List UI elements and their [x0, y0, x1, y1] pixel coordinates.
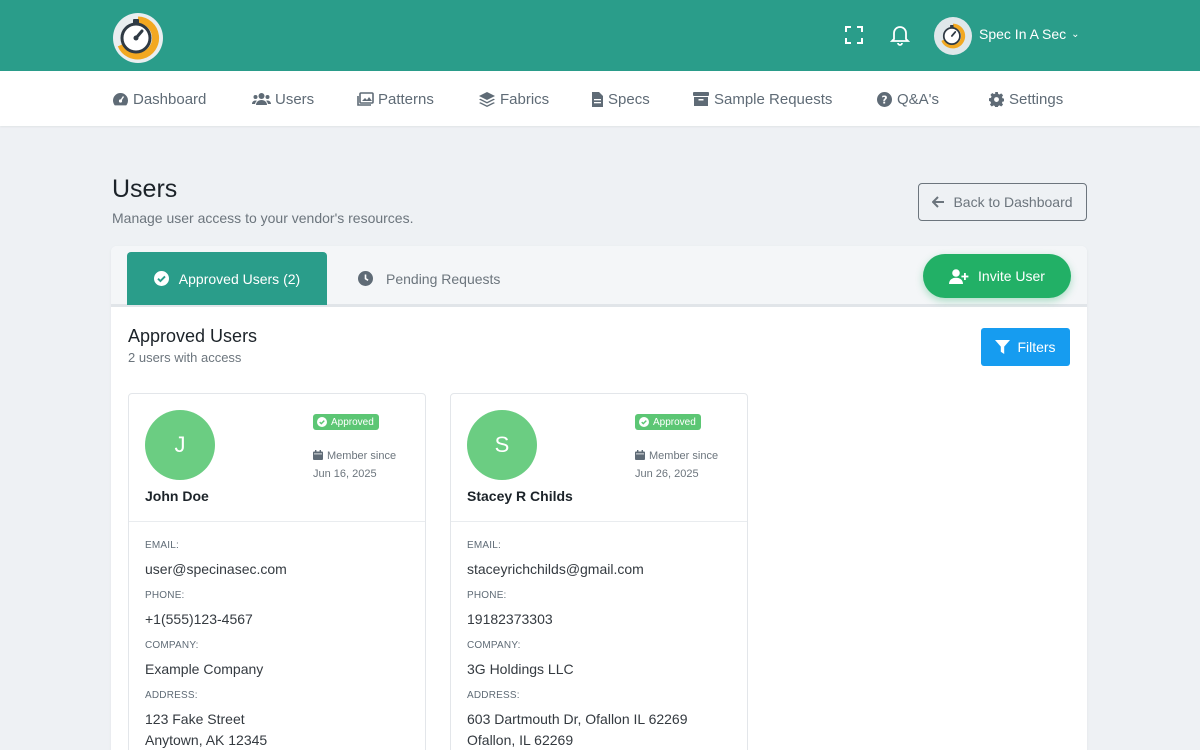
user-card-header: S Stacey R Childs Approved Member since … — [451, 394, 747, 522]
status-badge: Approved — [313, 414, 379, 430]
gauge-icon — [111, 91, 129, 107]
user-card-details: EMAIL: staceyrichchilds@gmail.com PHONE:… — [467, 540, 737, 750]
address-line-1: 123 Fake Street — [145, 711, 245, 727]
layers-icon — [478, 91, 496, 107]
member-since: Member since Jun 16, 2025 — [313, 447, 396, 483]
nav-item-fabrics[interactable]: Fabrics — [478, 89, 549, 109]
phone-value: +1(555)123-4567 — [145, 611, 253, 627]
user-card-header: J John Doe Approved Member since Jun 16,… — [129, 394, 425, 522]
user-plus-icon — [949, 268, 969, 284]
nav-label-patterns: Patterns — [378, 90, 434, 108]
section-title: Approved Users — [128, 326, 258, 346]
filters-button[interactable]: Filters — [981, 328, 1070, 366]
nav-label-sample-requests: Sample Requests — [714, 90, 833, 108]
nav-label-fabrics: Fabrics — [500, 90, 550, 108]
back-to-dashboard-button[interactable]: Back to Dashboard — [918, 183, 1087, 221]
nav-label-dashboard: Dashboard — [133, 90, 207, 108]
nav-label-qa: Q&A's — [897, 90, 940, 108]
email-value: user@specinasec.com — [145, 561, 287, 577]
images-icon — [356, 91, 374, 107]
bell-icon[interactable] — [887, 22, 913, 48]
phone-value: 19182373303 — [467, 611, 553, 627]
email-label: EMAIL: — [467, 540, 501, 551]
nav-label-settings: Settings — [1009, 90, 1064, 108]
address-line-1: 603 Dartmouth Dr, Ofallon IL 62269 — [467, 711, 688, 727]
status-badge: Approved — [635, 414, 701, 430]
avatar: J — [145, 410, 215, 480]
invite-user-label: Invite User — [978, 268, 1045, 284]
user-menu[interactable]: Spec In A Sec ⌄ — [979, 26, 1080, 42]
tab-approved-label: Approved Users (2) — [178, 270, 301, 287]
email-value: staceyrichchilds@gmail.com — [467, 561, 644, 577]
phone-label: PHONE: — [467, 590, 507, 601]
user-name: Stacey R Childs — [467, 488, 573, 504]
users-panel: Approved Users (2) Pending Requests Invi… — [111, 246, 1087, 750]
calendar-icon — [635, 448, 645, 460]
svg-text:?: ? — [881, 94, 887, 106]
user-name: John Doe — [145, 488, 209, 504]
email-label: EMAIL: — [145, 540, 179, 551]
nav-item-sample-requests[interactable]: Sample Requests — [692, 89, 832, 109]
company-value: Example Company — [145, 661, 264, 677]
nav-label-specs: Specs — [608, 90, 650, 108]
company-label: COMPANY: — [467, 640, 521, 651]
file-icon — [590, 91, 604, 107]
status-badge-label: Approved — [331, 416, 374, 428]
filter-icon — [995, 340, 1011, 354]
tab-strip: Approved Users (2) Pending Requests Invi… — [111, 246, 1087, 307]
question-circle-icon: ? — [875, 91, 893, 107]
page-title: Users — [112, 175, 178, 203]
address-label: ADDRESS: — [145, 690, 198, 701]
arrow-left-icon — [932, 196, 945, 208]
nav-item-users[interactable]: Users — [251, 89, 314, 109]
nav-item-dashboard[interactable]: Dashboard — [111, 89, 206, 109]
address-line-2: Ofallon, IL 62269 — [467, 732, 574, 748]
invite-user-button[interactable]: Invite User — [923, 254, 1071, 298]
section-subtitle: 2 users with access — [128, 350, 242, 365]
app-logo[interactable] — [112, 12, 164, 64]
main-nav: Dashboard Users Patterns Fabrics Specs S… — [0, 71, 1200, 126]
nav-label-users: Users — [275, 90, 315, 108]
phone-label: PHONE: — [145, 590, 185, 601]
nav-item-patterns[interactable]: Patterns — [356, 89, 434, 109]
company-value: 3G Holdings LLC — [467, 661, 574, 677]
nav-item-specs[interactable]: Specs — [590, 89, 650, 109]
calendar-icon — [313, 448, 323, 460]
back-to-dashboard-label: Back to Dashboard — [953, 194, 1073, 210]
user-card-details: EMAIL: user@specinasec.com PHONE: +1(555… — [145, 540, 415, 750]
status-badge-label: Approved — [653, 416, 696, 428]
member-since-label: Member since — [327, 450, 397, 462]
archive-icon — [692, 91, 710, 107]
member-since-date: Jun 26, 2025 — [635, 468, 699, 480]
chevron-down-icon: ⌄ — [1071, 29, 1080, 40]
company-label: COMPANY: — [145, 640, 199, 651]
tab-pending-label: Pending Requests — [386, 270, 501, 287]
check-circle-icon — [639, 417, 649, 427]
user-name-label: Spec In A Sec — [979, 26, 1067, 42]
user-card: S Stacey R Childs Approved Member since … — [450, 393, 748, 750]
address-label: ADDRESS: — [467, 690, 520, 701]
nav-item-qa[interactable]: ? Q&A's — [875, 89, 939, 109]
page-subtitle: Manage user access to your vendor's reso… — [112, 210, 414, 226]
user-avatar[interactable] — [934, 17, 972, 55]
check-circle-icon — [153, 271, 169, 286]
address-line-2: Anytown, AK 12345 — [145, 732, 268, 748]
users-icon — [251, 91, 271, 107]
filters-label: Filters — [1017, 339, 1056, 355]
fullscreen-icon[interactable] — [841, 22, 867, 48]
tab-approved-users[interactable]: Approved Users (2) — [127, 252, 327, 305]
nav-item-settings[interactable]: Settings — [987, 89, 1063, 109]
member-since-date: Jun 16, 2025 — [313, 468, 377, 480]
top-bar: Spec In A Sec ⌄ — [0, 0, 1200, 71]
tab-pending-requests[interactable]: Pending Requests — [358, 252, 528, 305]
member-since-label: Member since — [649, 450, 719, 462]
user-card: J John Doe Approved Member since Jun 16,… — [128, 393, 426, 750]
clock-icon — [358, 271, 373, 286]
avatar: S — [467, 410, 537, 480]
gear-icon — [987, 91, 1005, 107]
member-since: Member since Jun 26, 2025 — [635, 447, 718, 483]
check-circle-icon — [317, 417, 327, 427]
